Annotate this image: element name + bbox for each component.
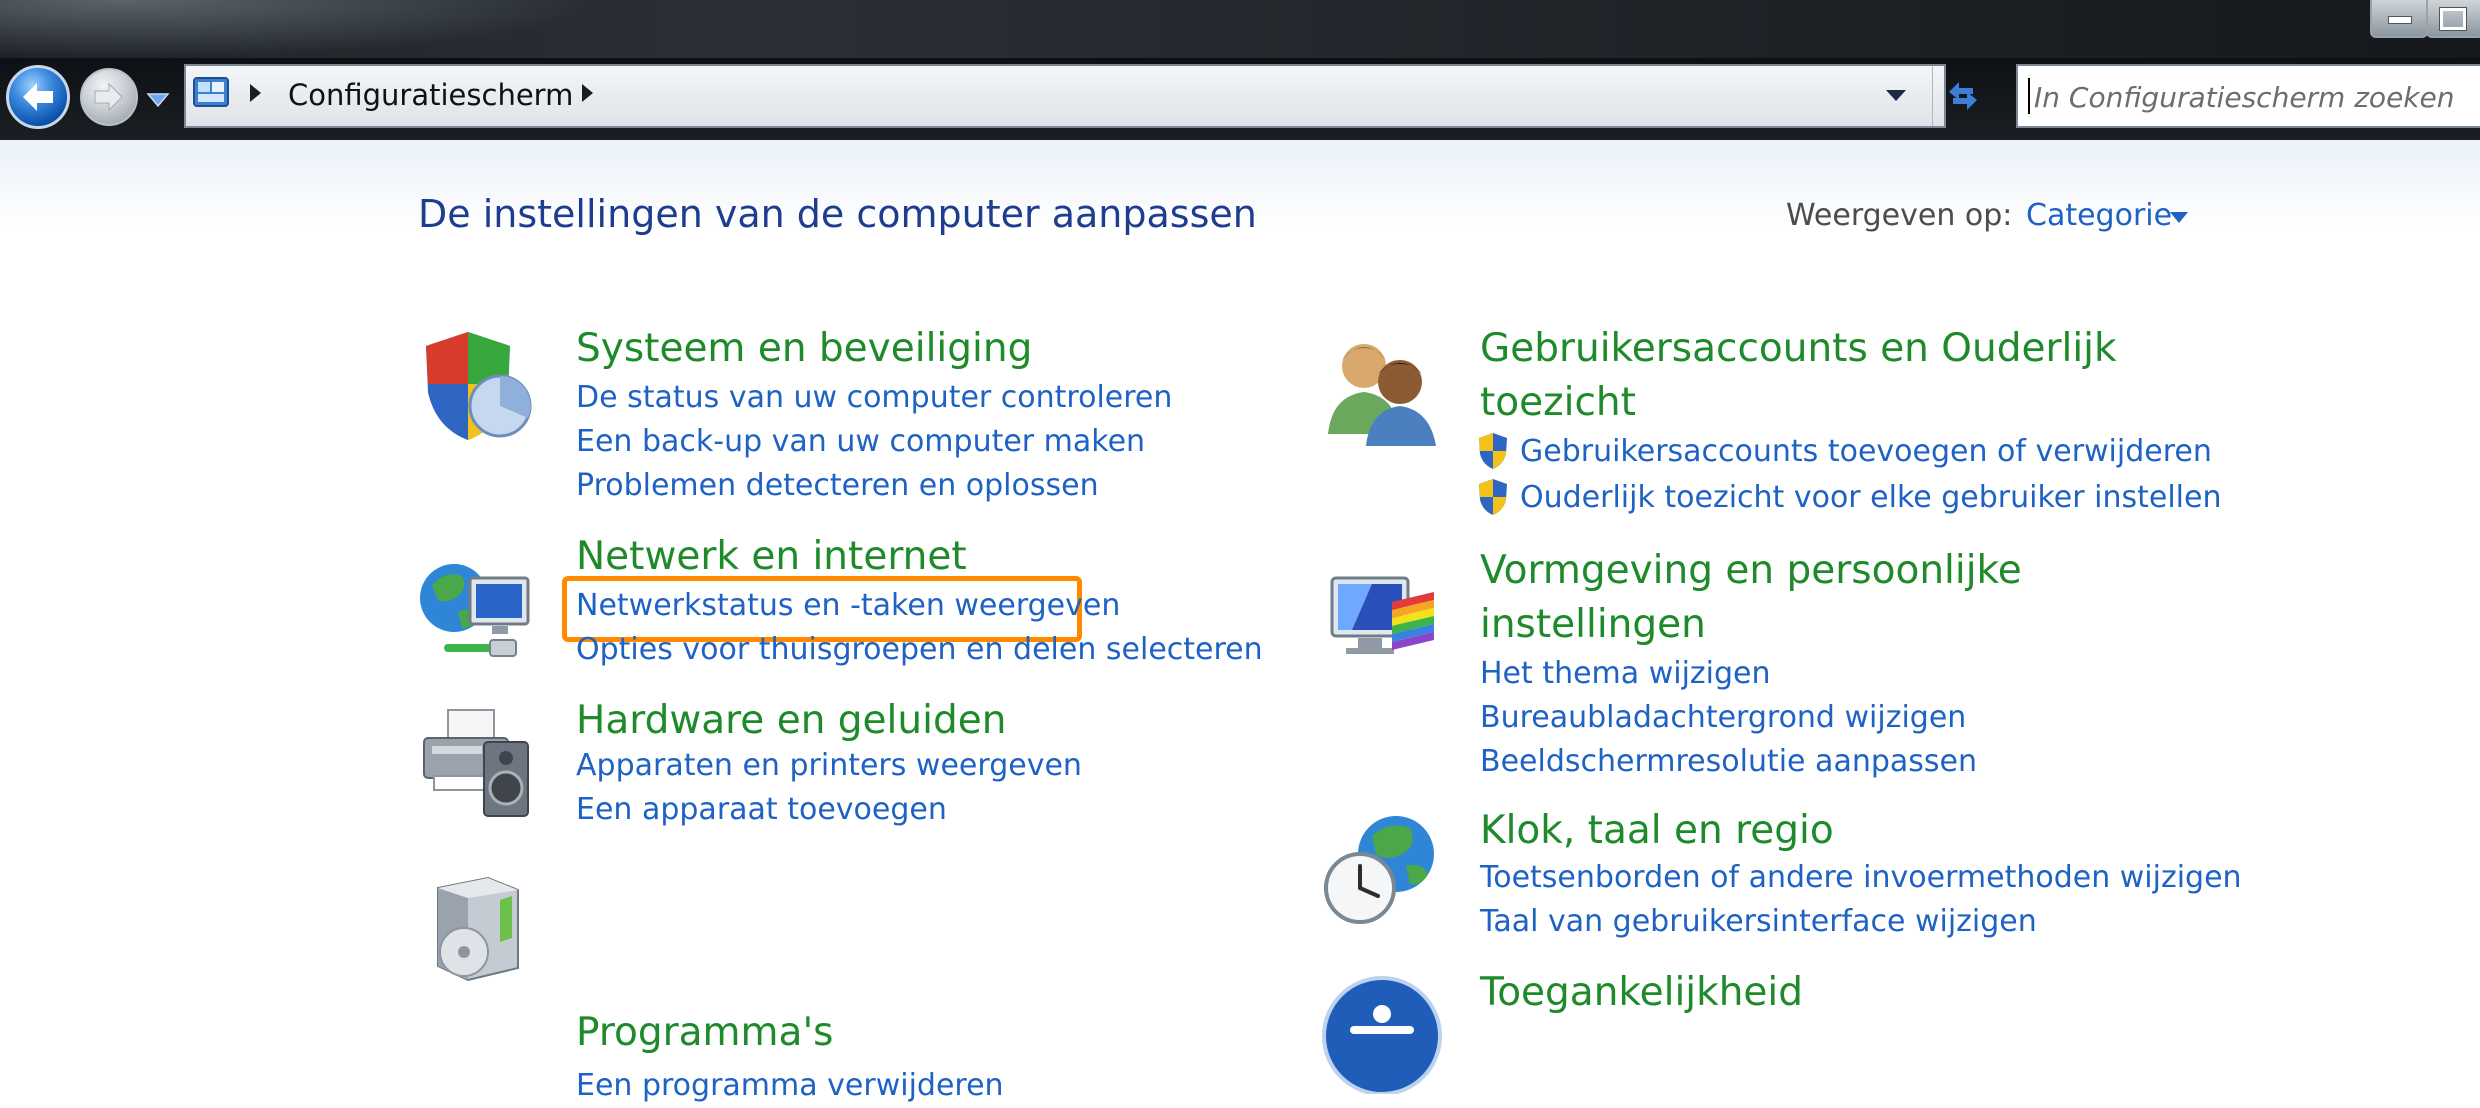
uac-shield-icon — [1479, 433, 1507, 469]
category-title-user-accounts-line2[interactable]: toezicht — [1480, 376, 1636, 430]
category-title-accessibility[interactable]: Toegankelijkheid — [1480, 966, 1803, 1020]
forward-button[interactable] — [80, 68, 138, 126]
printer-hardware-icon[interactable] — [418, 702, 538, 822]
user-accounts-icon[interactable] — [1322, 330, 1442, 450]
category-title-user-accounts-line1[interactable]: Gebruikersaccounts en Ouderlijk — [1480, 322, 2117, 376]
refresh-button[interactable] — [1932, 66, 1993, 126]
maximize-button[interactable] — [2426, 0, 2480, 38]
link-uninstall-program[interactable]: Een programma verwijderen — [576, 1064, 1004, 1108]
search-box[interactable] — [2016, 64, 2480, 128]
uac-shield-icon — [1479, 479, 1507, 515]
back-arrow-icon — [23, 83, 53, 111]
window-controls — [2370, 0, 2480, 40]
link-change-theme[interactable]: Het thema wijzigen — [1480, 652, 1771, 696]
link-parental-controls[interactable]: Ouderlijk toezicht voor elke gebruiker i… — [1520, 476, 2221, 520]
security-shield-icon[interactable] — [418, 326, 538, 446]
view-by-dropdown-arrow-icon[interactable] — [2170, 212, 2188, 223]
category-title-programs[interactable]: Programma's — [576, 1006, 833, 1060]
minimize-icon — [2388, 16, 2412, 24]
link-add-device[interactable]: Een apparaat toevoegen — [576, 788, 947, 832]
maximize-icon — [2439, 7, 2467, 31]
link-check-computer-status[interactable]: De status van uw computer controleren — [576, 376, 1172, 420]
search-input[interactable] — [2032, 76, 2476, 118]
view-by-label: Weergeven op: — [1786, 198, 2013, 233]
link-desktop-background[interactable]: Bureaubladachtergrond wijzigen — [1480, 696, 1966, 740]
address-dropdown-icon[interactable] — [1886, 90, 1906, 101]
window-title-bar — [0, 0, 2480, 58]
link-homegroup-sharing[interactable]: Opties voor thuisgroepen en delen select… — [576, 628, 1263, 672]
forward-arrow-icon — [94, 82, 123, 112]
back-button[interactable] — [6, 65, 70, 129]
accessibility-icon[interactable] — [1322, 974, 1442, 1094]
appearance-monitor-icon[interactable] — [1322, 562, 1442, 682]
text-cursor — [2028, 78, 2030, 114]
page-title: De instellingen van de computer aanpasse… — [418, 192, 1257, 236]
link-devices-printers[interactable]: Apparaten en printers weergeven — [576, 744, 1082, 788]
control-panel-icon — [193, 77, 229, 107]
link-keyboards-input-methods[interactable]: Toetsenborden of andere invoermethoden w… — [1480, 856, 2242, 900]
view-by-dropdown[interactable]: Categorie — [2026, 198, 2172, 233]
title-bar-glow — [0, 0, 600, 58]
minimize-button[interactable] — [2370, 0, 2428, 38]
clock-globe-icon[interactable] — [1322, 810, 1442, 930]
link-network-status-tasks[interactable]: Netwerkstatus en -taken weergeven — [576, 584, 1120, 628]
programs-box-icon[interactable] — [418, 868, 538, 988]
category-title-appearance-line2[interactable]: instellingen — [1480, 598, 1706, 652]
recent-pages-arrow-icon[interactable] — [146, 90, 170, 110]
control-panel-content: De instellingen van de computer aanpasse… — [0, 140, 2480, 1103]
category-title-clock-language-region[interactable]: Klok, taal en regio — [1480, 804, 1834, 858]
refresh-icon — [1949, 82, 1977, 110]
category-title-system-security[interactable]: Systeem en beveiliging — [576, 322, 1032, 376]
link-backup-computer[interactable]: Een back-up van uw computer maken — [576, 420, 1145, 464]
network-globe-icon[interactable] — [418, 548, 538, 668]
category-title-hardware-sound[interactable]: Hardware en geluiden — [576, 694, 1006, 748]
link-add-remove-accounts[interactable]: Gebruikersaccounts toevoegen of verwijde… — [1520, 430, 2212, 474]
navigation-bar: Configuratiescherm — [0, 58, 2480, 140]
breadcrumb-chevron-icon[interactable] — [582, 84, 593, 102]
breadcrumb-control-panel[interactable]: Configuratiescherm — [288, 78, 573, 112]
address-bar[interactable]: Configuratiescherm — [184, 64, 1977, 128]
breadcrumb-separator-icon[interactable] — [250, 84, 261, 102]
link-screen-resolution[interactable]: Beeldschermresolutie aanpassen — [1480, 740, 1977, 784]
category-title-appearance-line1[interactable]: Vormgeving en persoonlijke — [1480, 544, 2022, 598]
link-troubleshoot[interactable]: Problemen detecteren en oplossen — [576, 464, 1099, 508]
link-display-language[interactable]: Taal van gebruikersinterface wijzigen — [1480, 900, 2037, 944]
